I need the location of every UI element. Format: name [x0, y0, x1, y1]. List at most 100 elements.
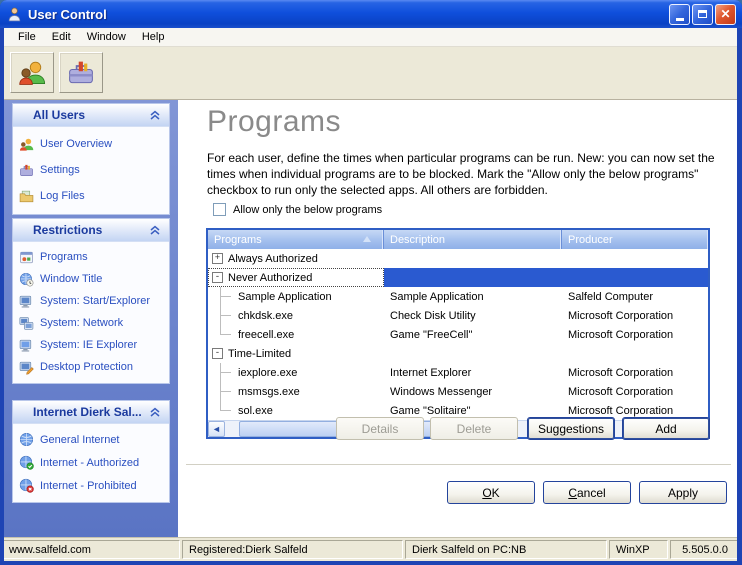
window-frame [0, 28, 4, 561]
app-icon [6, 6, 23, 23]
divider [186, 464, 731, 466]
tree-connector [220, 315, 231, 316]
toolbar: PC Name: NB User Name: Group Dierk Salfe… [4, 47, 738, 100]
window-frame [0, 561, 742, 565]
ok-button[interactable]: OK [447, 481, 535, 504]
menu-bar: File Edit Window Help [4, 28, 738, 47]
sidebar: All Users User Overview Settings Log Fil… [0, 100, 178, 537]
sidebar-section-internet: Internet Dierk Sal... General Internet I… [12, 400, 170, 503]
table-row-msmsgs[interactable]: msmsgs.exe Windows Messenger Microsoft C… [208, 382, 708, 401]
status-bar: www.salfeld.com Registered:Dierk Salfeld… [0, 537, 742, 561]
menu-window[interactable]: Window [79, 29, 134, 45]
users-icon [17, 59, 47, 87]
sidebar-item-window-title[interactable]: Window Title [13, 268, 169, 290]
sidebar-item-programs[interactable]: Programs [13, 246, 169, 268]
users-icon [19, 137, 34, 152]
sidebar-item-user-overview[interactable]: User Overview [13, 131, 169, 157]
section-header-restrictions[interactable]: Restrictions [13, 219, 169, 242]
apply-button[interactable]: Apply [639, 481, 727, 504]
chevron-up-icon [149, 109, 161, 121]
chevron-up-icon [149, 406, 161, 418]
collapse-minus-icon[interactable]: - [212, 348, 223, 359]
settings-toolbar-button[interactable] [59, 52, 103, 93]
page-description: For each user, define the times when par… [207, 150, 727, 198]
programs-table: Programs Description Producer +Always Au… [206, 228, 710, 439]
scroll-left-arrow-icon[interactable]: ◄ [208, 421, 225, 437]
toolbox-icon [66, 59, 96, 87]
delete-button[interactable]: Delete [430, 417, 518, 440]
computer-icon [19, 294, 34, 309]
chevron-up-icon [149, 224, 161, 236]
table-row-never-authorized[interactable]: -Never Authorized [208, 268, 708, 287]
section-header-all-users[interactable]: All Users [13, 104, 169, 127]
allow-only-checkbox[interactable] [213, 203, 226, 216]
status-website[interactable]: www.salfeld.com [2, 540, 180, 559]
status-version: 5.505.0.0 [670, 540, 740, 559]
close-icon: ✕ [720, 8, 730, 20]
suggestions-button[interactable]: Suggestions [527, 417, 615, 440]
tree-connector [220, 334, 231, 335]
status-os: WinXP [609, 540, 668, 559]
network-computers-icon [19, 316, 34, 331]
toolbox-icon [19, 163, 34, 178]
cancel-button[interactable]: Cancel [543, 481, 631, 504]
tree-connector [220, 372, 231, 373]
computer-icon [19, 338, 34, 353]
table-header: Programs Description Producer [208, 230, 708, 249]
maximize-button[interactable] [692, 4, 713, 25]
table-row-always-authorized[interactable]: +Always Authorized [208, 249, 708, 268]
minimize-button[interactable] [669, 4, 690, 25]
add-button[interactable]: Add [622, 417, 710, 440]
user-control-window: User Control ✕ File Edit Window Help PC … [0, 0, 742, 565]
table-row-chkdsk[interactable]: chkdsk.exe Check Disk Utility Microsoft … [208, 306, 708, 325]
sidebar-item-desktop-protection[interactable]: Desktop Protection [13, 356, 169, 378]
menu-help[interactable]: Help [134, 29, 173, 45]
status-registered: Registered:Dierk Salfeld [182, 540, 403, 559]
section-header-internet[interactable]: Internet Dierk Sal... [13, 401, 169, 424]
column-header-producer[interactable]: Producer [562, 230, 708, 249]
sidebar-item-general-internet[interactable]: General Internet [13, 428, 169, 451]
tree-connector [220, 296, 231, 297]
column-header-description[interactable]: Description [384, 230, 562, 249]
sidebar-item-system-start-explorer[interactable]: System: Start/Explorer [13, 290, 169, 312]
window-title: User Control [28, 7, 669, 22]
table-row-iexplore[interactable]: iexplore.exe Internet Explorer Microsoft… [208, 363, 708, 382]
table-row-time-limited[interactable]: -Time-Limited [208, 344, 708, 363]
collapse-minus-icon[interactable]: - [212, 272, 223, 283]
tree-connector [220, 391, 231, 392]
table-row-freecell[interactable]: freecell.exe Game "FreeCell" Microsoft C… [208, 325, 708, 344]
program-window-icon [19, 250, 34, 265]
status-user-pc: Dierk Salfeld on PC:NB [405, 540, 607, 559]
sidebar-section-all-users: All Users User Overview Settings Log Fil… [12, 103, 170, 215]
globe-x-icon [19, 478, 34, 493]
sidebar-section-restrictions: Restrictions Programs Window Title Syste… [12, 218, 170, 384]
folder-icon [19, 189, 34, 204]
users-toolbar-button[interactable] [10, 52, 54, 93]
main-content: Programs For each user, define the times… [178, 100, 737, 537]
menu-file[interactable]: File [10, 29, 44, 45]
maximize-icon [698, 10, 707, 18]
expand-plus-icon[interactable]: + [212, 253, 223, 264]
sidebar-item-log-files[interactable]: Log Files [13, 183, 169, 209]
tree-connector [220, 410, 231, 411]
sidebar-item-system-ie-explorer[interactable]: System: IE Explorer [13, 334, 169, 356]
menu-edit[interactable]: Edit [44, 29, 79, 45]
sidebar-item-internet-prohibited[interactable]: Internet - Prohibited [13, 474, 169, 497]
sidebar-item-internet-authorized[interactable]: Internet - Authorized [13, 451, 169, 474]
monitor-pencil-icon [19, 360, 34, 375]
sort-asc-icon [363, 236, 371, 242]
minimize-icon [676, 18, 684, 21]
close-button[interactable]: ✕ [715, 4, 736, 25]
sidebar-item-system-network[interactable]: System: Network [13, 312, 169, 334]
globe-icon [19, 432, 34, 447]
sidebar-item-settings[interactable]: Settings [13, 157, 169, 183]
table-row-sample-application[interactable]: Sample Application Sample Application Sa… [208, 287, 708, 306]
allow-only-checkbox-label: Allow only the below programs [233, 204, 382, 216]
page-title: Programs [207, 105, 341, 139]
column-header-programs[interactable]: Programs [208, 230, 384, 249]
details-button[interactable]: Details [336, 417, 424, 440]
globe-check-icon [19, 455, 34, 470]
titlebar: User Control ✕ [0, 0, 742, 28]
globe-clock-icon [19, 272, 34, 287]
window-frame [737, 28, 742, 561]
